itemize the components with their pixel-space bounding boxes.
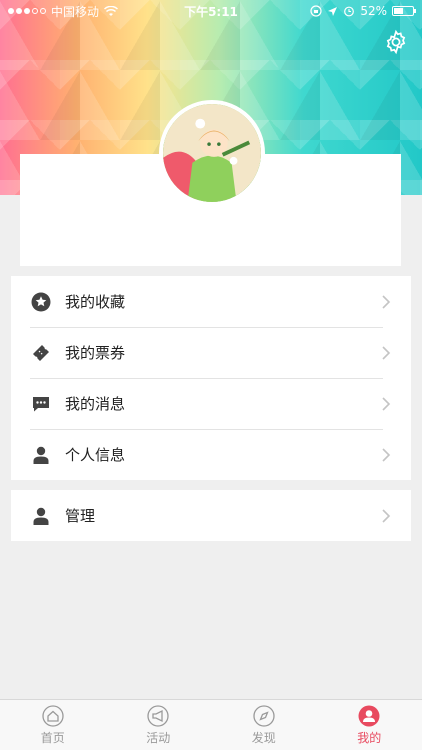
megaphone-icon [147,704,169,727]
chevron-right-icon [382,447,391,462]
gear-icon [386,29,406,55]
battery-level-fill [394,8,404,14]
menu-item-messages[interactable]: 我的消息 [11,378,411,429]
settings-button[interactable] [382,28,410,56]
menu-item-label: 我的票券 [65,344,126,362]
status-right: 52% [310,4,416,18]
compass-icon [253,704,275,727]
tab-mine[interactable]: 我的 [317,700,422,750]
menu-item-label: 我的收藏 [65,293,126,311]
location-arrow-icon [328,6,338,16]
rotation-lock-icon [310,5,322,17]
person-icon [29,443,53,467]
status-left: 中国移动 [8,3,119,20]
tab-discover[interactable]: 发现 [211,700,317,750]
tab-label: 发现 [251,730,276,745]
chevron-right-icon [382,294,391,309]
tab-home[interactable]: 首页 [0,700,106,750]
home-icon [42,704,64,727]
message-icon [29,392,53,416]
star-circle-icon [29,290,53,314]
menu-item-label: 个人信息 [65,446,126,464]
alarm-icon [344,6,355,17]
chevron-right-icon [382,396,391,411]
wifi-icon [104,5,119,16]
bottom-tab-bar: 首页 活动 发现 我的 [0,699,422,750]
battery-icon [392,6,416,16]
tab-activities[interactable]: 活动 [106,700,212,750]
chevron-right-icon [382,345,391,360]
menu-item-label: 管理 [65,507,96,525]
tab-label: 我的 [357,730,382,745]
person-icon [29,504,53,528]
menu-item-label: 我的消息 [65,395,126,413]
menu-item-profile-info[interactable]: 个人信息 [11,429,411,480]
menu-group-admin: 管理 [11,490,411,541]
person-circle-icon [358,705,380,726]
avatar-illustration [163,104,261,202]
signal-strength-icon [8,8,46,14]
menu-item-favorites[interactable]: 我的收藏 [11,276,411,327]
menu-item-manage[interactable]: 管理 [11,490,411,541]
tab-label: 活动 [146,730,171,745]
carrier-name: 中国移动 [51,4,100,19]
user-avatar[interactable] [159,100,265,206]
status-bar: 中国移动 下午5:11 52% [0,0,422,22]
chevron-right-icon [382,508,391,523]
battery-percent: 52% [360,4,387,18]
menu-item-tickets[interactable]: 我的票券 [11,327,411,378]
ticket-icon [29,341,53,365]
menu-group-account: 我的收藏 我的票券 我的消息 个人信息 [11,276,411,480]
tab-label: 首页 [40,730,65,745]
